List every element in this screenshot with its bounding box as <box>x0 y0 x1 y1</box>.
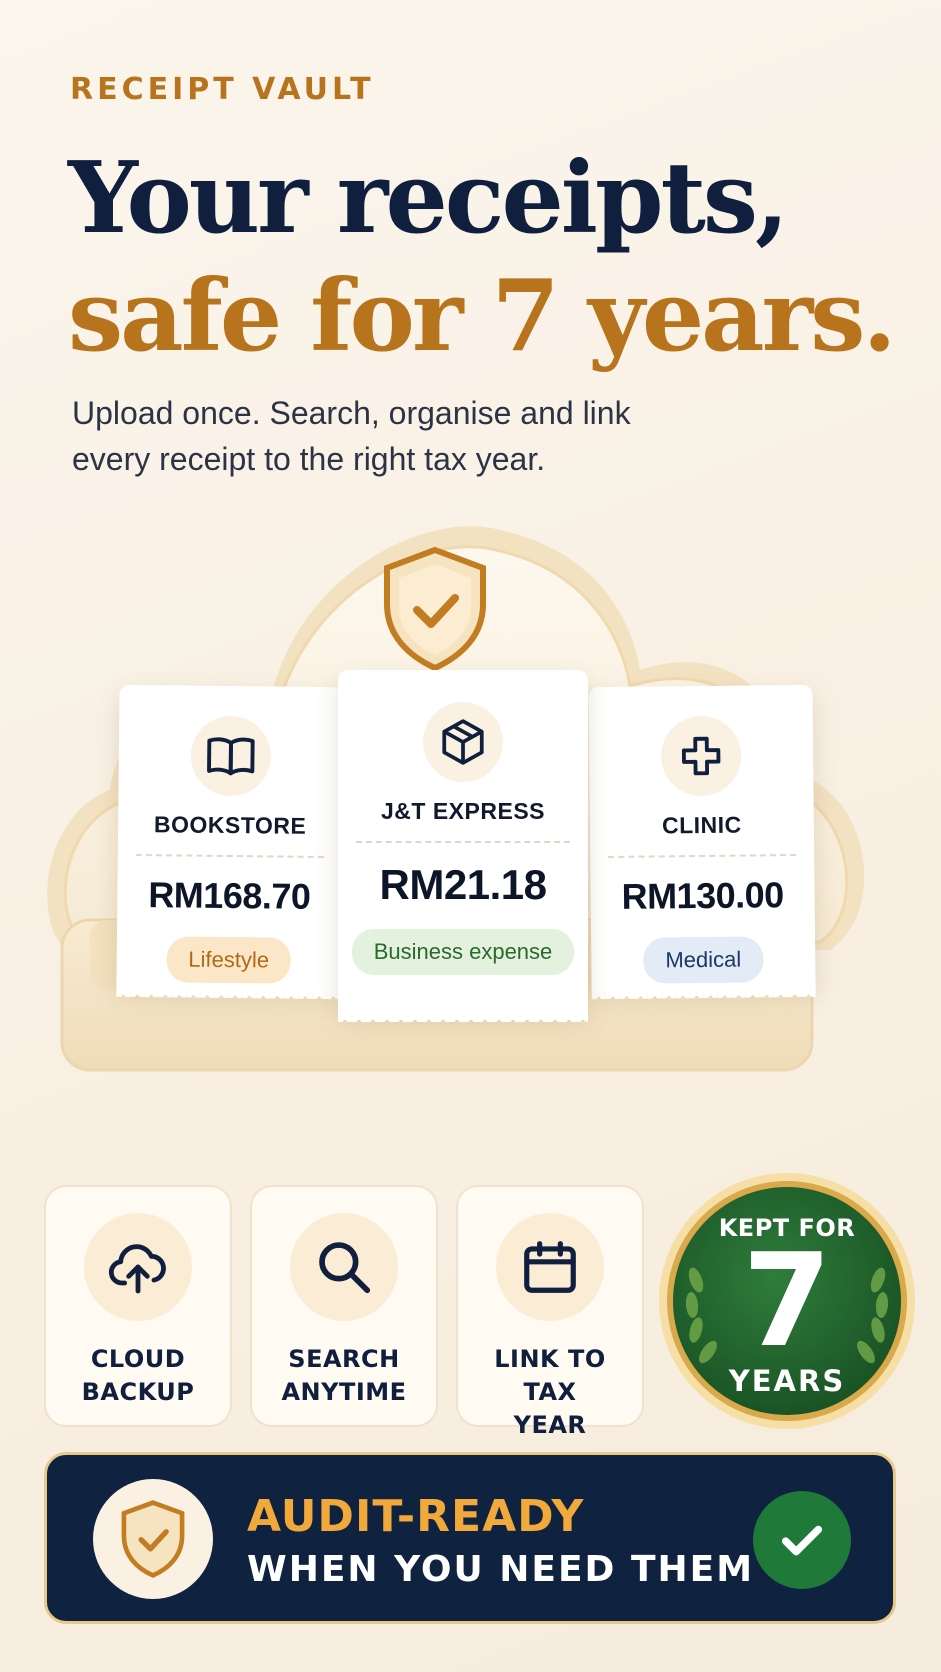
receipt-card[interactable]: J&T EXPRESS RM21.18 Business expense <box>338 670 588 1022</box>
hero-subtitle: Upload once. Search, organise and link e… <box>72 395 631 477</box>
feature-label: LINK TO TAX YEAR <box>494 1345 606 1439</box>
book-icon <box>190 715 272 797</box>
receipt-divider <box>356 841 570 843</box>
hero-title-line1: Your receipts, <box>68 141 789 256</box>
category-tag: Medical <box>643 936 764 984</box>
seven-year-seal: KEPT FOR 7 YEARS <box>656 1170 918 1432</box>
receipt-merchant: J&T EXPRESS <box>381 798 545 824</box>
eyebrow-label: RECEIPT VAULT <box>70 72 375 107</box>
search-icon <box>290 1213 398 1321</box>
receipt-vault-illustration: BOOKSTORE RM168.70 Lifestyle CLINIC RM13… <box>30 490 910 1150</box>
banner-headline: AUDIT-READY <box>247 1491 585 1542</box>
hero-title: Your receipts, safe for 7 years. <box>68 140 897 376</box>
feature-card-search: SEARCH ANYTIME <box>250 1185 438 1427</box>
receipt-card[interactable]: BOOKSTORE RM168.70 Lifestyle <box>116 684 344 988</box>
feature-label: SEARCH ANYTIME <box>281 1345 407 1406</box>
medical-cross-icon <box>660 715 742 797</box>
feature-card-tax-year: LINK TO TAX YEAR <box>456 1185 644 1439</box>
calendar-icon <box>496 1213 604 1321</box>
hero-title-line2: safe for 7 years. <box>68 259 897 374</box>
shield-check-icon <box>93 1479 213 1599</box>
receipt-merchant: CLINIC <box>661 811 742 839</box>
audit-ready-banner: AUDIT-READY WHEN YOU NEED THEM <box>44 1452 896 1624</box>
seal-number: 7 <box>742 1227 832 1376</box>
receipt-merchant: BOOKSTORE <box>153 811 307 839</box>
receipt-amount: RM21.18 <box>379 861 547 908</box>
receipt-divider <box>608 854 797 858</box>
banner-subline: WHEN YOU NEED THEM <box>247 1549 755 1590</box>
feature-label: CLOUD BACKUP <box>81 1345 195 1406</box>
check-icon <box>753 1491 851 1589</box>
seal-bottom-text: YEARS <box>728 1364 846 1398</box>
cloud-upload-icon <box>84 1213 192 1321</box>
category-tag: Lifestyle <box>166 936 292 984</box>
receipt-divider <box>135 854 324 858</box>
feature-card-cloud-backup: CLOUD BACKUP <box>44 1185 232 1427</box>
category-tag: Business expense <box>351 929 575 975</box>
package-icon <box>423 702 503 782</box>
receipt-amount: RM168.70 <box>148 874 311 917</box>
receipt-amount: RM130.00 <box>621 874 784 917</box>
receipt-card[interactable]: CLINIC RM130.00 Medical <box>588 684 816 988</box>
